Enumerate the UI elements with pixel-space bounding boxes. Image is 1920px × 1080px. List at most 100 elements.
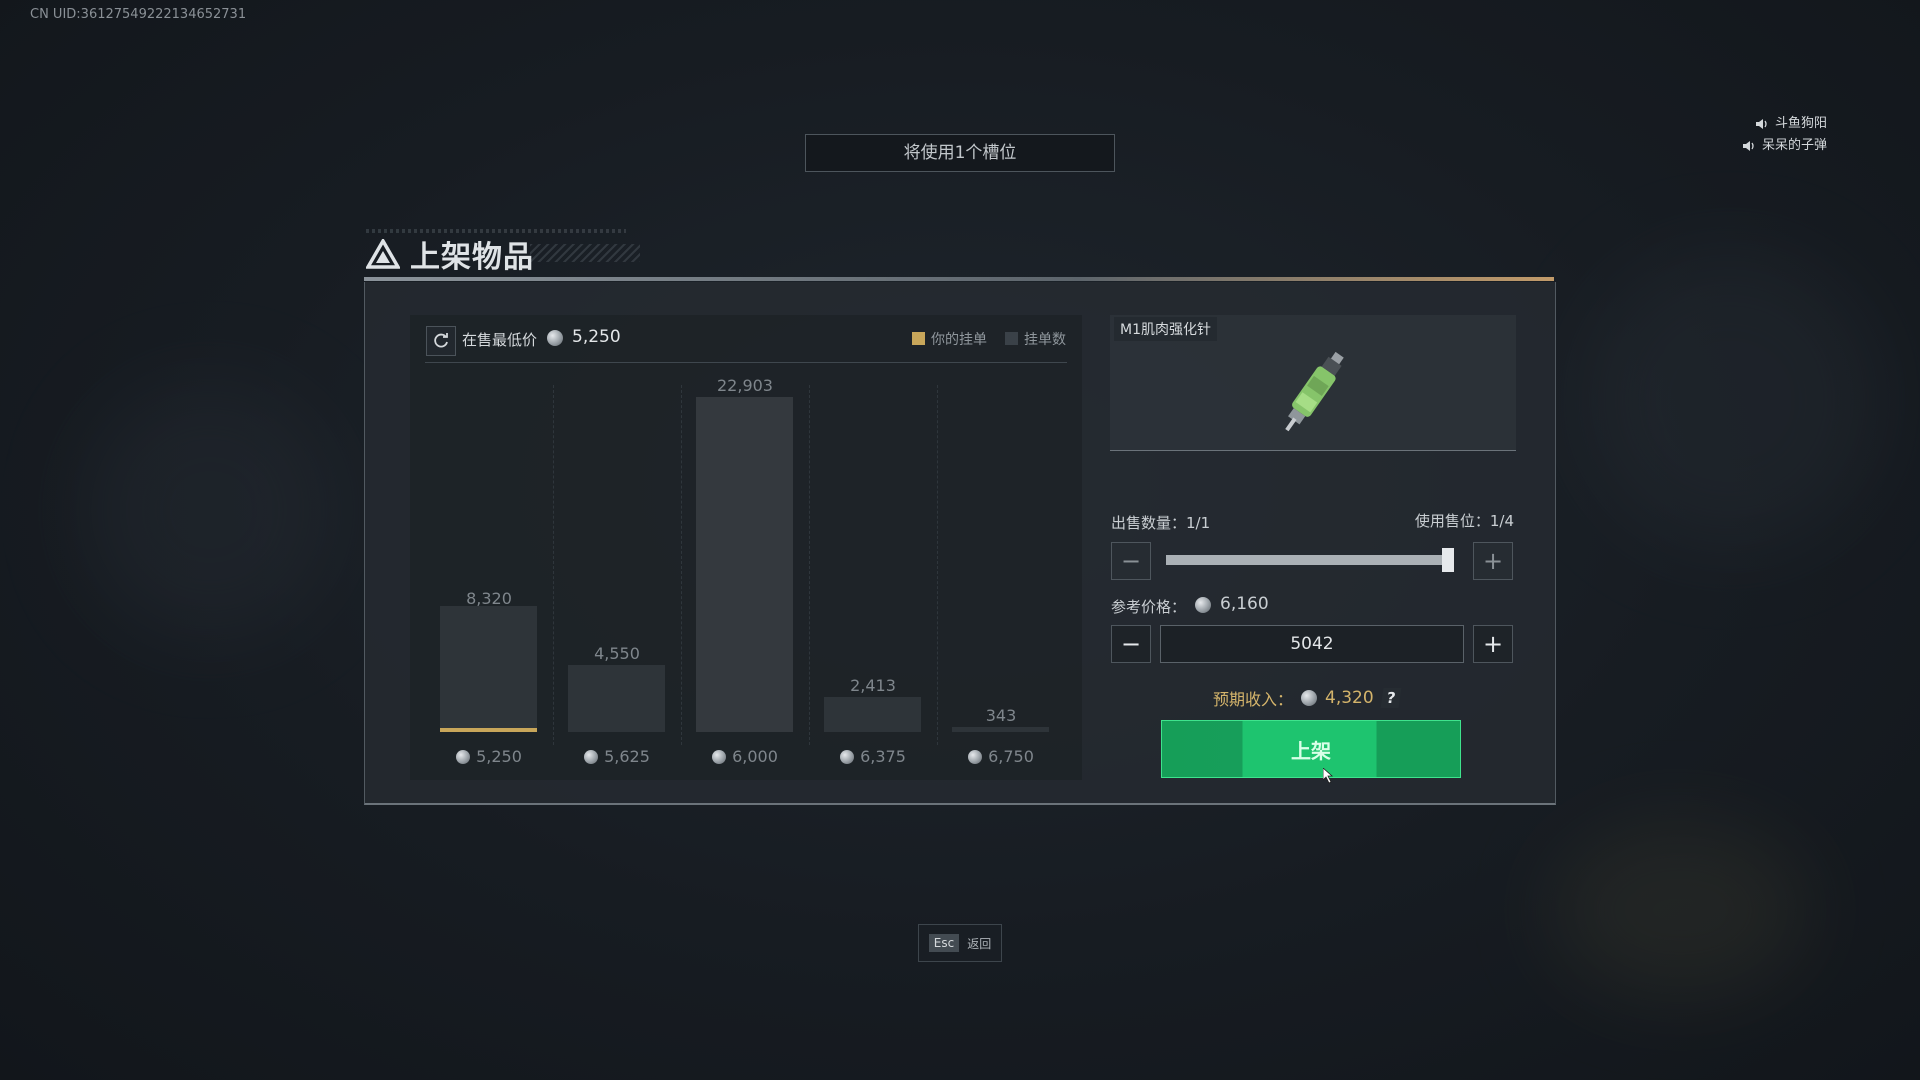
coin-icon <box>584 750 599 764</box>
item-name: M1肌肉强化针 <box>1114 317 1217 341</box>
coin-icon <box>456 750 471 764</box>
background-blob <box>1550 820 1810 1000</box>
speaker-icon <box>1742 141 1754 151</box>
list-item-button[interactable]: 上架 <box>1161 720 1461 778</box>
bar <box>568 665 665 732</box>
price-decrease-button[interactable]: − <box>1111 625 1151 663</box>
expected-income: 预期收入： 4,320 ? <box>1213 686 1402 710</box>
plus-icon: + <box>1482 547 1504 575</box>
list-item-button-label: 上架 <box>1291 738 1331 763</box>
chart-header-divider <box>425 362 1067 363</box>
sale-slot-value: 1/4 <box>1489 512 1514 530</box>
column-separator <box>937 385 938 745</box>
bar-column: 22,903 6,000 <box>681 365 809 780</box>
speaker-icon <box>1755 119 1767 129</box>
refresh-button[interactable] <box>426 326 456 356</box>
sell-quantity-value: 1/1 <box>1186 514 1211 532</box>
quantity-slider-handle[interactable] <box>1442 548 1454 572</box>
legend-label: 你的挂单 <box>931 332 987 348</box>
item-card: M1肌肉强化针 <box>1110 315 1516 451</box>
voice-chat-name: 呆呆的子弹 <box>1761 138 1827 153</box>
quantity-decrease-button[interactable]: − <box>1111 542 1151 580</box>
bar <box>696 397 793 732</box>
chart-header: 在售最低价 5,250 你的挂单 挂单数 <box>410 315 1082 363</box>
bar-column: 4,550 5,625 <box>553 365 681 780</box>
voice-chat-item: 斗鱼狗阳 <box>1742 113 1827 135</box>
bar-column: 8,320 5,250 <box>425 365 553 780</box>
bar-count-label: 4,550 <box>594 644 640 663</box>
background-blob <box>1580 250 1880 550</box>
reference-price-label: 参考价格： <box>1111 598 1187 616</box>
sale-slot-usage: 使用售位：1/4 <box>1415 510 1514 531</box>
panel-title-text: 上架物品 <box>410 240 534 275</box>
bar-count-label: 8,320 <box>466 589 512 608</box>
price-increase-button[interactable]: + <box>1473 625 1513 663</box>
background-blob <box>80 380 340 640</box>
bar-price-label: 6,375 <box>809 747 937 766</box>
bar-count-label: 22,903 <box>717 376 773 395</box>
bar-price-label: 6,750 <box>937 747 1065 766</box>
sell-quantity-label: 出售数量： <box>1111 514 1187 532</box>
reference-price-value: 6,160 <box>1220 594 1269 614</box>
bar <box>952 727 1049 732</box>
help-icon[interactable]: ? <box>1380 688 1402 708</box>
coin-icon <box>547 330 563 346</box>
refresh-icon <box>434 333 448 348</box>
voice-chat-item: 呆呆的子弹 <box>1742 135 1827 157</box>
column-separator <box>553 385 554 745</box>
minus-icon: − <box>1120 547 1142 575</box>
coin-icon <box>1195 597 1211 613</box>
bar-count-label: 2,413 <box>850 676 896 695</box>
column-separator <box>809 385 810 745</box>
quantity-increase-button[interactable]: + <box>1473 542 1513 580</box>
panel-title: 上架物品 <box>366 232 534 276</box>
coin-icon <box>712 750 727 764</box>
user-uid: CN UID:3612754922213465​2731 <box>30 7 247 22</box>
legend-item-yours: 你的挂单 <box>912 329 987 349</box>
bar-price-label: 5,250 <box>425 747 553 766</box>
column-separator <box>681 385 682 745</box>
esc-key: Esc <box>928 934 960 952</box>
bar-price-label: 5,625 <box>553 747 681 766</box>
bar <box>440 606 537 732</box>
legend-swatch <box>912 332 925 345</box>
delta-logo-icon <box>366 239 400 269</box>
bar-price-text: 6,375 <box>860 747 906 766</box>
sell-quantity: 出售数量：1/1 <box>1111 512 1210 533</box>
back-button[interactable]: Esc 返回 <box>918 924 1002 962</box>
bar-column: 2,413 6,375 <box>809 365 937 780</box>
bar-price-text: 6,750 <box>988 747 1034 766</box>
voice-chat-list: 斗鱼狗阳 呆呆的子弹 <box>1742 113 1827 157</box>
expected-income-label: 预期收入： <box>1213 690 1294 709</box>
legend-swatch <box>1005 332 1018 345</box>
title-stripes <box>530 244 640 262</box>
panel-top-line <box>364 277 1554 281</box>
price-input[interactable] <box>1160 625 1464 663</box>
legend-item-count: 挂单数 <box>1005 329 1066 349</box>
lowest-price-value: 5,250 <box>572 327 621 347</box>
bar <box>824 697 921 732</box>
plus-icon: + <box>1482 630 1504 658</box>
voice-chat-name: 斗鱼狗阳 <box>1774 116 1827 131</box>
price-distribution-chart: 在售最低价 5,250 你的挂单 挂单数 8,320 5,250 4,550 5,62… <box>410 315 1082 780</box>
slot-usage-banner: 将使用1个槽位 <box>805 134 1115 172</box>
coin-icon <box>968 750 983 764</box>
expected-income-value: 4,320 <box>1325 688 1374 708</box>
legend-label: 挂单数 <box>1024 332 1066 348</box>
quantity-slider-track[interactable] <box>1166 555 1454 565</box>
bar-count-label: 343 <box>985 706 1017 725</box>
minus-icon: − <box>1120 630 1142 658</box>
lowest-price-label: 在售最低价 <box>462 331 538 349</box>
back-label: 返回 <box>967 936 992 951</box>
coin-icon <box>840 750 855 764</box>
bar-price-text: 6,000 <box>732 747 778 766</box>
syringe-icon <box>1285 351 1344 432</box>
bar-price-label: 6,000 <box>681 747 809 766</box>
bar-price-text: 5,625 <box>604 747 650 766</box>
chart-legend: 你的挂单 挂单数 <box>912 329 1066 349</box>
bar-price-text: 5,250 <box>476 747 522 766</box>
coin-icon <box>1301 690 1318 706</box>
sale-slot-label: 使用售位： <box>1414 512 1490 530</box>
bar-column: 343 6,750 <box>937 365 1065 780</box>
mouse-cursor-icon <box>1323 768 1334 784</box>
